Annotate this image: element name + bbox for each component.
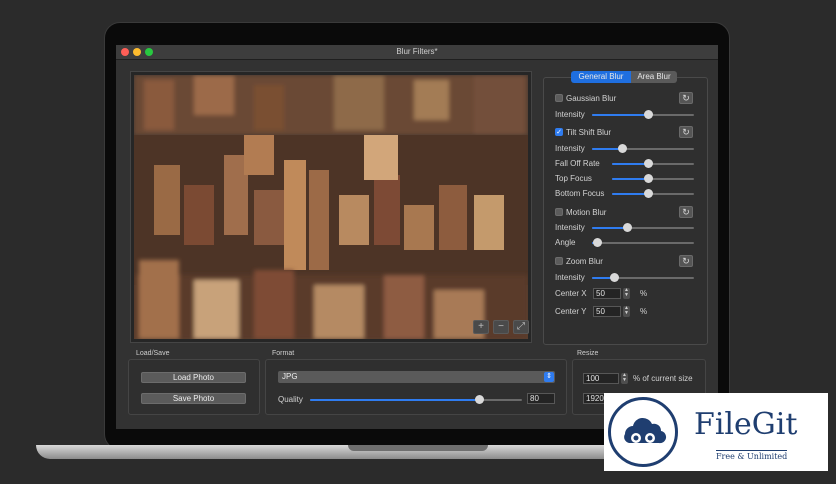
filegit-logo [608, 397, 678, 467]
slider-knob[interactable] [609, 273, 619, 282]
center-y-label: Center Y [555, 307, 587, 316]
zoom-intensity-label: Intensity [555, 273, 585, 282]
screenshot-stage: Blur Filters* + − ⤢ General Blur Area Bl… [0, 0, 836, 484]
angle-label: Angle [555, 238, 576, 247]
top-focus-label: Top Focus [555, 174, 592, 183]
fit-to-window-button[interactable]: ⤢ [513, 320, 529, 334]
center-y-unit: % [640, 307, 648, 316]
fall-off-rate-label: Fall Off Rate [555, 159, 600, 168]
center-x-label: Center X [555, 289, 587, 298]
tilt-shift-blur-checkbox[interactable]: ✓ [555, 128, 563, 136]
slider-fill [592, 114, 649, 116]
zoom-reset-button[interactable]: ↻ [679, 255, 693, 267]
angle-slider[interactable] [592, 238, 694, 247]
resize-percent-stepper[interactable]: ▲ ▼ [621, 373, 628, 384]
motion-intensity-slider[interactable] [592, 223, 694, 232]
quality-field[interactable]: 80 [527, 393, 555, 404]
gaussian-blur-checkbox[interactable] [555, 94, 563, 102]
format-select[interactable]: JPG ⇕ [278, 371, 555, 383]
zoom-out-button[interactable]: − [493, 320, 509, 334]
tab-area-blur[interactable]: Area Blur [631, 71, 677, 83]
photo-preview[interactable] [134, 75, 528, 339]
zoom-blur-checkbox[interactable] [555, 257, 563, 265]
slider-fill [310, 399, 480, 401]
tilt-shift-reset-button[interactable]: ↻ [679, 126, 693, 138]
filegit-watermark: FileGit Free & Unlimited [604, 393, 828, 471]
save-photo-button[interactable]: Save Photo [141, 393, 246, 404]
slider-knob[interactable] [643, 110, 653, 119]
resize-percent-field[interactable]: 100 [583, 373, 619, 384]
title-bar: Blur Filters* [116, 45, 718, 60]
motion-reset-button[interactable]: ↻ [679, 206, 693, 218]
city-photo-image [134, 75, 528, 339]
filegit-tagline: Free & Unlimited [716, 450, 788, 461]
slider-fill [612, 178, 649, 180]
zoom-blur-label: Zoom Blur [566, 257, 603, 266]
format-title: Format [272, 350, 295, 357]
window-title: Blur Filters* [396, 47, 438, 56]
load-photo-button[interactable]: Load Photo [141, 372, 246, 383]
bottom-focus-slider[interactable] [612, 189, 694, 198]
center-x-stepper[interactable]: ▲ ▼ [623, 288, 630, 299]
gaussian-intensity-label: Intensity [555, 110, 585, 119]
load-save-title: Load/Save [136, 350, 170, 357]
filegit-name: FileGit [694, 407, 798, 442]
tab-general-blur[interactable]: General Blur [571, 71, 631, 83]
motion-blur-checkbox[interactable] [555, 208, 563, 216]
gaussian-intensity-slider[interactable] [592, 110, 694, 119]
slider-fill [612, 193, 649, 195]
center-y-field[interactable]: 50 [593, 306, 621, 317]
slider-fill [612, 163, 649, 165]
laptop-notch [348, 445, 488, 451]
gaussian-reset-button[interactable]: ↻ [679, 92, 693, 104]
slider-knob[interactable] [592, 238, 602, 247]
quality-slider[interactable] [310, 395, 522, 404]
tilt-shift-blur-label: Tilt Shift Blur [566, 128, 612, 137]
load-save-panel [128, 359, 260, 415]
tilt-intensity-slider[interactable] [592, 144, 694, 153]
motion-intensity-label: Intensity [555, 223, 585, 232]
chevron-updown-icon: ⇕ [544, 372, 554, 382]
resize-title: Resize [577, 350, 599, 357]
format-selected-value: JPG [282, 372, 298, 381]
format-panel [265, 359, 567, 415]
top-focus-slider[interactable] [612, 174, 694, 183]
quality-label: Quality [278, 395, 303, 404]
zoom-in-button[interactable]: + [473, 320, 489, 334]
bottom-focus-label: Bottom Focus [555, 189, 605, 198]
center-x-unit: % [640, 289, 648, 298]
zoom-intensity-slider[interactable] [592, 273, 694, 282]
resize-percent-label: % of current size [633, 374, 693, 383]
gaussian-blur-label: Gaussian Blur [566, 94, 617, 103]
cloud-binoculars-icon [624, 417, 667, 444]
tilt-intensity-label: Intensity [555, 144, 585, 153]
motion-blur-label: Motion Blur [566, 208, 607, 217]
center-x-field[interactable]: 50 [593, 288, 621, 299]
center-y-stepper[interactable]: ▲ ▼ [623, 306, 630, 317]
fall-off-rate-slider[interactable] [612, 159, 694, 168]
